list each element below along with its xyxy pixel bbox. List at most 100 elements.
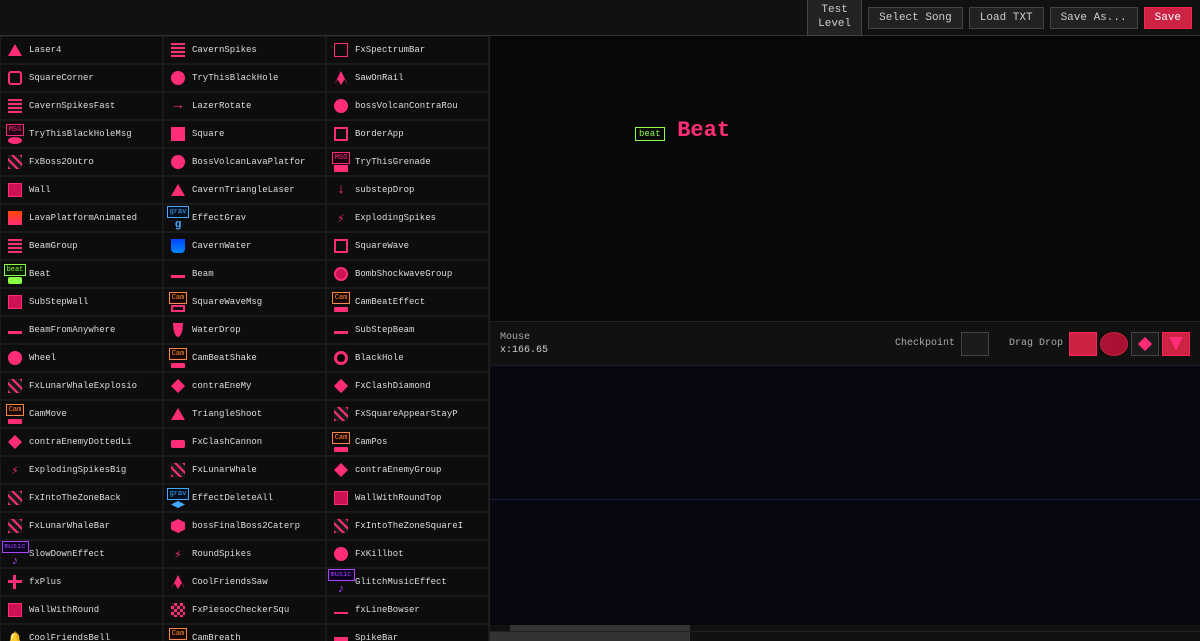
label-fxplus: fxPlus: [29, 577, 158, 588]
object-item-contraenemy[interactable]: contraEneMy: [163, 372, 326, 400]
object-item-explodingspikesbig[interactable]: ⚡ ExplodingSpikesBig: [0, 456, 163, 484]
h-scrollbar[interactable]: [490, 631, 1200, 641]
label-bombshockwavegroup: BombShockwaveGroup: [355, 269, 484, 280]
label-lazerrotate: LazerRotate: [192, 101, 321, 112]
label-fxkillbot: FxKillbot: [355, 549, 484, 560]
badge-cambeateffect: Cam: [332, 292, 351, 304]
object-item-contraenemydottedli[interactable]: contraEnemyDottedLi: [0, 428, 163, 456]
object-item-spikebar[interactable]: SpikeBar: [326, 624, 489, 641]
h-scrollbar-thumb[interactable]: [490, 632, 690, 641]
object-item-fxlunarwhalebar[interactable]: FxLunarWhaleBar: [0, 512, 163, 540]
object-item-beat[interactable]: beat Beat: [0, 260, 163, 288]
object-item-fxpiesoccheckersqu[interactable]: FxPiesocCheckerSqu: [163, 596, 326, 624]
object-item-cavernspikesfast[interactable]: CavernSpikesFast: [0, 92, 163, 120]
object-item-fxintothezonesquarei[interactable]: FxIntoTheZoneSquareI: [326, 512, 489, 540]
object-item-fxclashcannon[interactable]: FxClashCannon: [163, 428, 326, 456]
icon-laser4: [5, 40, 25, 60]
object-item-square[interactable]: Square: [163, 120, 326, 148]
object-item-bossvolcancontrarou[interactable]: bossVolcanContraRou: [326, 92, 489, 120]
object-item-trythisblackholemsg[interactable]: MSG TryThisBlackHoleMsg: [0, 120, 163, 148]
object-item-lavaplatformanimated[interactable]: LavaPlatformAnimated: [0, 204, 163, 232]
badge-squarewavemsg: Cam: [169, 292, 188, 304]
object-item-wall[interactable]: Wall: [0, 176, 163, 204]
label-wall: Wall: [29, 185, 158, 196]
object-item-laser4[interactable]: Laser4: [0, 36, 163, 64]
object-item-fxlunarwhaleexplosio[interactable]: FxLunarWhaleExplosio: [0, 372, 163, 400]
object-item-squarewave[interactable]: SquareWave: [326, 232, 489, 260]
object-item-bossvolcanlavaplatfor[interactable]: BossVolcanLavaPlatfor: [163, 148, 326, 176]
timeline-scrollbar[interactable]: [490, 625, 1200, 631]
label-caverntrianglelaser: CavernTriangleLaser: [192, 185, 321, 196]
label-fxlinebowser: fxLineBowser: [355, 605, 484, 616]
object-item-cammove[interactable]: Cam CamMove: [0, 400, 163, 428]
object-item-cambreath[interactable]: Cam CamBreath: [163, 624, 326, 641]
test-level-button[interactable]: Test Level: [807, 0, 862, 36]
object-item-bombshockwavegroup[interactable]: BombShockwaveGroup: [326, 260, 489, 288]
object-item-substepbeam[interactable]: SubStepBeam: [326, 316, 489, 344]
object-item-fxspectrumbar[interactable]: FxSpectrumBar: [326, 36, 489, 64]
object-item-explodingspikes[interactable]: ⚡ ExplodingSpikes: [326, 204, 489, 232]
object-item-substepdrop[interactable]: ↓ substepDrop: [326, 176, 489, 204]
object-item-fxlunarwhale[interactable]: FxLunarWhale: [163, 456, 326, 484]
beat-label: Beat: [677, 118, 730, 143]
object-item-campos[interactable]: Cam CamPos: [326, 428, 489, 456]
object-item-caverntrianglelaser[interactable]: CavernTriangleLaser: [163, 176, 326, 204]
object-item-bossfinalboss2caterp[interactable]: bossFinalBoss2Caterp: [163, 512, 326, 540]
object-item-fxsquareappearstayp[interactable]: FxSquareAppearStayP: [326, 400, 489, 428]
object-item-roundspikes[interactable]: ⚡ RoundSpikes: [163, 540, 326, 568]
timeline-scrollbar-thumb[interactable]: [510, 625, 690, 631]
dd-btn-1[interactable]: [1069, 332, 1097, 356]
object-item-wallwithround[interactable]: WallWithRound: [0, 596, 163, 624]
object-item-effectdeleteall[interactable]: grav EffectDeleteAll: [163, 484, 326, 512]
icon-coolfriendssaw: [168, 572, 188, 592]
dd-btn-4[interactable]: [1162, 332, 1190, 356]
object-item-effectgrav[interactable]: grav g EffectGrav: [163, 204, 326, 232]
object-item-triangleshoot[interactable]: TriangleShoot: [163, 400, 326, 428]
object-item-slowdowneffect[interactable]: music ♪ SlowDownEffect: [0, 540, 163, 568]
object-item-cambeateffect[interactable]: Cam CamBeatEffect: [326, 288, 489, 316]
object-item-fxplus[interactable]: fxPlus: [0, 568, 163, 596]
object-item-beamfromanywhere[interactable]: BeamFromAnywhere: [0, 316, 163, 344]
object-item-sawonrail[interactable]: SawOnRail: [326, 64, 489, 92]
toolbar: Test Level Select Song Load TXT Save As.…: [0, 0, 1200, 36]
object-item-beamgroup[interactable]: BeamGroup: [0, 232, 163, 260]
object-item-squarecorner[interactable]: SquareCorner: [0, 64, 163, 92]
object-item-lazerrotate[interactable]: → LazerRotate: [163, 92, 326, 120]
icon-squarewave: [331, 236, 351, 256]
object-item-fxclashdiamond[interactable]: FxClashDiamond: [326, 372, 489, 400]
object-item-trythisblackhole[interactable]: TryThisBlackHole: [163, 64, 326, 92]
object-item-fxintothezoneback[interactable]: FxIntoTheZoneBack: [0, 484, 163, 512]
object-item-beam[interactable]: Beam: [163, 260, 326, 288]
object-item-fxkillbot[interactable]: FxKillbot: [326, 540, 489, 568]
icon-wheel: [5, 348, 25, 368]
timeline[interactable]: [490, 365, 1200, 631]
object-item-coolfriendssaw[interactable]: CoolFriendsSaw: [163, 568, 326, 596]
object-item-substepwall[interactable]: SubStepWall: [0, 288, 163, 316]
icon-squarecorner: [5, 68, 25, 88]
object-item-coolfriendsbell[interactable]: 🔔 CoolFriendsBell: [0, 624, 163, 641]
load-txt-button[interactable]: Load TXT: [969, 7, 1044, 29]
select-song-button[interactable]: Select Song: [868, 7, 963, 29]
object-item-squarewavemsg[interactable]: Cam SquareWaveMsg: [163, 288, 326, 316]
right-panel: beat Beat Mouse x:166.65 Checkpoint Drag…: [490, 36, 1200, 641]
save-button[interactable]: Save: [1144, 7, 1192, 29]
object-item-cavernspikes[interactable]: CavernSpikes: [163, 36, 326, 64]
object-item-cambeatshake[interactable]: Cam CamBeatShake: [163, 344, 326, 372]
icon-cavernspikes: [168, 40, 188, 60]
object-item-blackhole[interactable]: BlackHole: [326, 344, 489, 372]
object-item-borderapp[interactable]: BorderApp: [326, 120, 489, 148]
icon-fxintothezonesquarei: [331, 516, 351, 536]
dd-btn-2[interactable]: [1100, 332, 1128, 356]
object-item-wallwithroundtop[interactable]: WallWithRoundTop: [326, 484, 489, 512]
object-item-wheel[interactable]: Wheel: [0, 344, 163, 372]
object-item-fxlinebowser[interactable]: fxLineBowser: [326, 596, 489, 624]
dd-btn-3[interactable]: [1131, 332, 1159, 356]
save-as-button[interactable]: Save As...: [1050, 7, 1138, 29]
checkpoint-btn-1[interactable]: [961, 332, 989, 356]
object-item-cavernwater[interactable]: CavernWater: [163, 232, 326, 260]
object-item-glitchmusiceffect[interactable]: music ♪ GlitchMusicEffect: [326, 568, 489, 596]
object-item-trythisgrenade[interactable]: MSG TryThisGrenade: [326, 148, 489, 176]
object-item-contraenemygroup[interactable]: contraEnemyGroup: [326, 456, 489, 484]
object-item-waterdrop[interactable]: WaterDrop: [163, 316, 326, 344]
object-item-fxboss2outro[interactable]: FxBoss2Outro: [0, 148, 163, 176]
